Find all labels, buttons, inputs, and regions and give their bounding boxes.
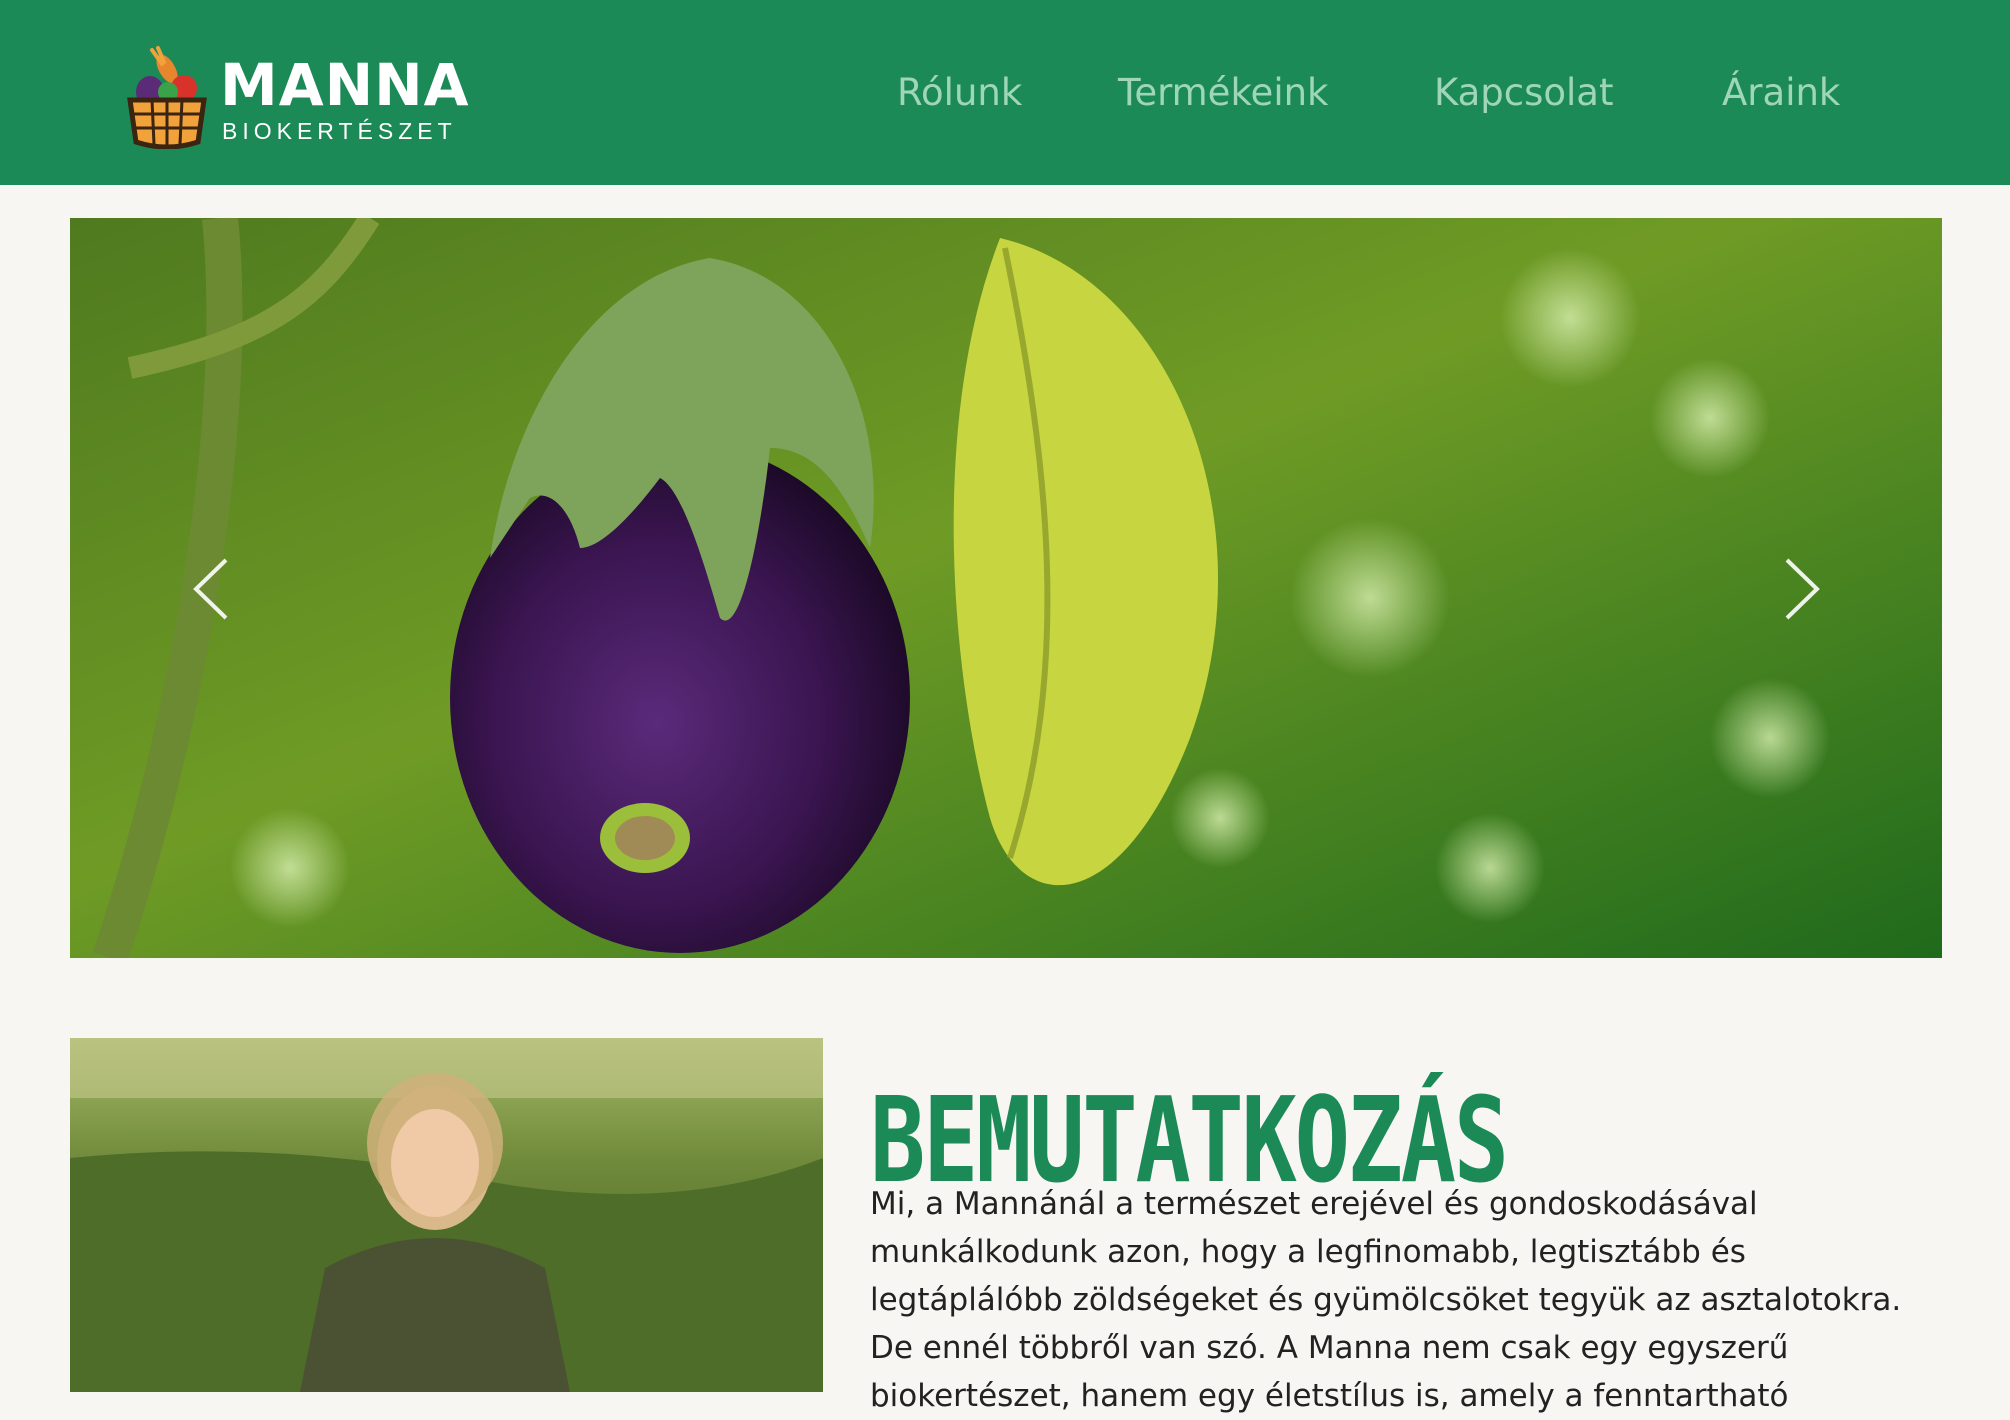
main-nav: Rólunk Termékeink Kapcsolat Áraink	[0, 68, 2010, 118]
brand-tagline: BIOKERTÉSZET	[222, 118, 457, 144]
nav-link-araink[interactable]: Áraink	[1722, 68, 1840, 118]
about-paragraph: Mi, a Mannánál a természet erejével és g…	[870, 1186, 1902, 1414]
nav-link-rolunk[interactable]: Rólunk	[897, 68, 1022, 118]
site-header: MANNA BIOKERTÉSZET Rólunk Termékeink Kap…	[0, 0, 2010, 185]
eggplant-hero-image	[70, 218, 1942, 958]
chevron-right-icon	[1785, 558, 1820, 620]
gardener-portrait-image	[70, 1038, 823, 1392]
nav-link-kapcsolat[interactable]: Kapcsolat	[1434, 68, 1614, 118]
carousel-prev-button[interactable]	[180, 544, 240, 634]
hero-carousel	[70, 218, 1942, 958]
chevron-left-icon	[193, 558, 228, 620]
nav-link-termekeink[interactable]: Termékeink	[1118, 68, 1328, 118]
carousel-next-button[interactable]	[1773, 544, 1833, 634]
